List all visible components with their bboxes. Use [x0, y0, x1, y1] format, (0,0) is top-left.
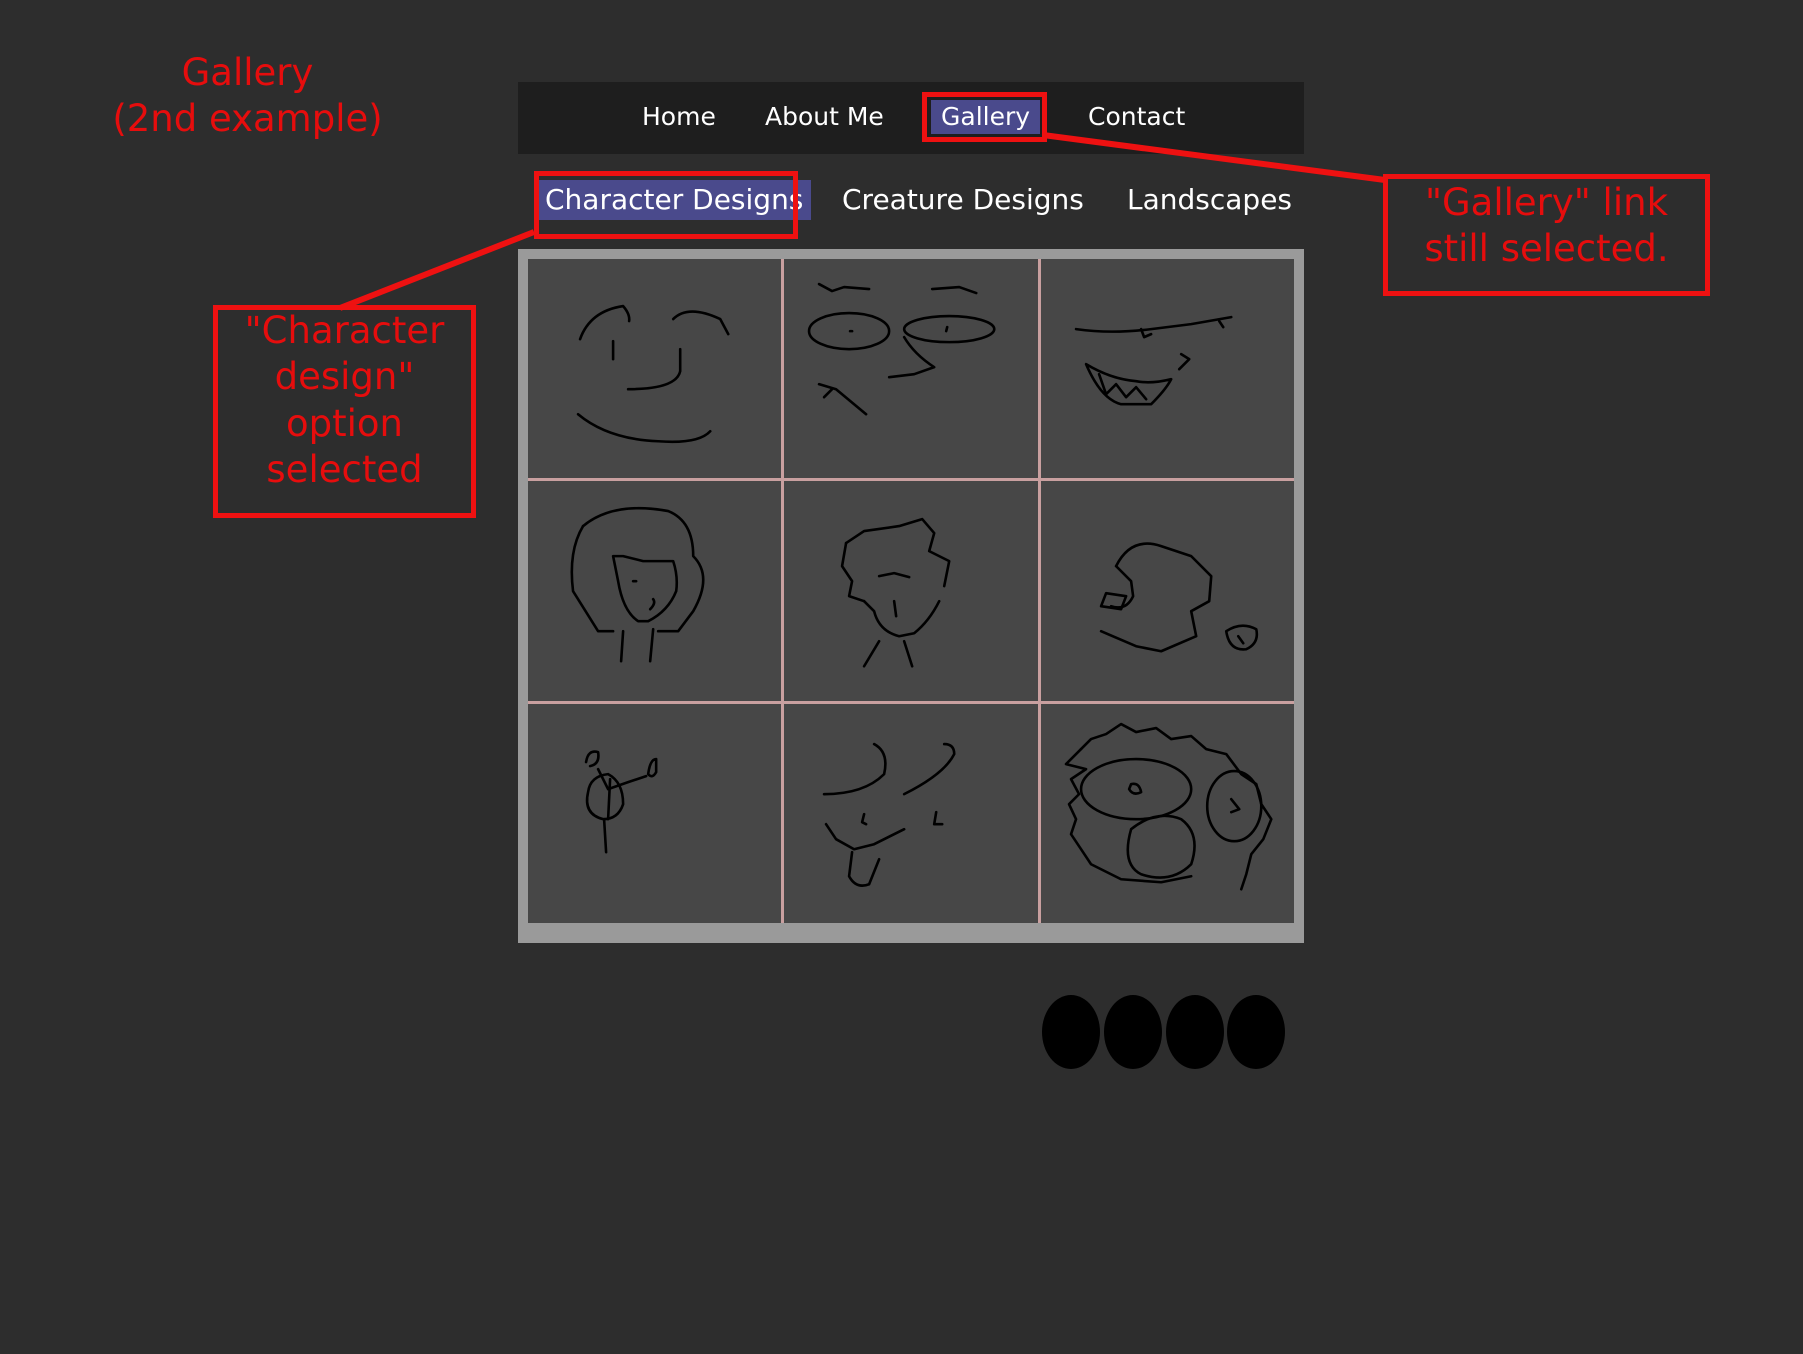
character-highlight-box [534, 171, 798, 239]
character-callout-text: "Character design" option selected [218, 308, 471, 493]
subnav-creature-designs[interactable]: Creature Designs [842, 180, 1084, 220]
sketch-blob-creature [1099, 542, 1258, 653]
sketch-small-figure [584, 749, 658, 854]
character-callout-line-3: option [286, 401, 403, 445]
sketch-curly-hair-girl [570, 507, 705, 663]
character-callout-line-1: "Character [244, 309, 445, 352]
nav-home-link[interactable]: Home [640, 100, 718, 134]
gallery-grid [528, 259, 1294, 923]
sketch-tongue-face [823, 742, 956, 887]
nav-about-link[interactable]: About Me [763, 100, 886, 134]
gallery-thumbnail-9[interactable] [1040, 703, 1294, 923]
character-callout-line-4: selected [266, 447, 423, 491]
page-label-line-1: Gallery [181, 51, 314, 94]
sketch-fuzzy-monster [1064, 722, 1273, 891]
gallery-thumbnail-8[interactable] [784, 703, 1038, 923]
gallery-thumbnail-5[interactable] [784, 481, 1038, 701]
pagination-dot-4[interactable] [1227, 995, 1285, 1069]
gallery-frame [518, 249, 1304, 943]
gallery-callout-line-1: "Gallery" link [1424, 181, 1668, 224]
gallery-callout-line-2: still selected. [1424, 227, 1669, 271]
character-connector-line [338, 229, 536, 311]
sketch-grinning-face [1074, 315, 1233, 406]
page-label-line-2: (2nd example) [112, 97, 383, 141]
gallery-thumbnail-6[interactable] [1040, 481, 1294, 701]
sketch-smiling-face [576, 304, 730, 444]
gallery-thumbnail-7[interactable] [528, 703, 782, 923]
gallery-highlight-box [922, 92, 1047, 142]
gallery-thumbnail-3[interactable] [1040, 259, 1294, 479]
main-nav: Home About Me Gallery Contact [518, 82, 1304, 154]
gallery-callout-text: "Gallery" link still selected. [1388, 180, 1705, 273]
gallery-thumbnail-4[interactable] [528, 481, 782, 701]
page-label-annotation: Gallery (2nd example) [90, 50, 405, 143]
sketch-squinting-face [808, 282, 996, 416]
gallery-thumbnail-1[interactable] [528, 259, 782, 479]
subnav-landscapes[interactable]: Landscapes [1127, 180, 1292, 220]
pagination-dot-3[interactable] [1166, 995, 1224, 1069]
pagination-dot-2[interactable] [1104, 995, 1162, 1069]
pagination-dot-1[interactable] [1042, 995, 1100, 1069]
character-callout-line-2: design" [274, 355, 415, 399]
nav-contact-link[interactable]: Contact [1086, 100, 1187, 134]
sketch-spiky-hair-boy [841, 518, 951, 668]
gallery-thumbnail-2[interactable] [784, 259, 1038, 479]
